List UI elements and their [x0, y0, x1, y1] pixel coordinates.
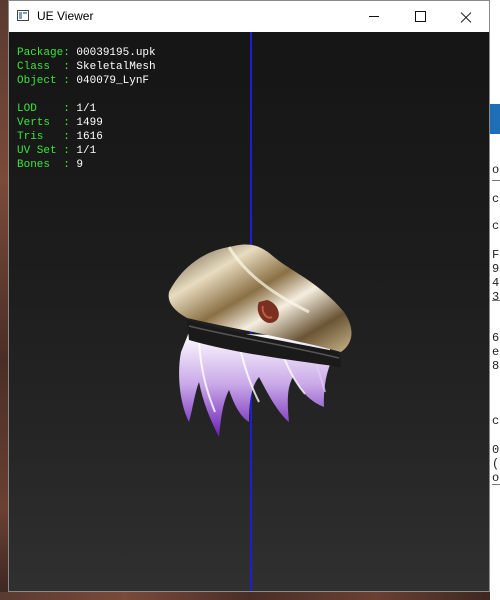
- info-label: Bones :: [17, 159, 77, 171]
- background-window-text: F: [492, 248, 500, 262]
- background-window-text: c: [492, 414, 500, 428]
- info-row-package: Package: 00039195.upk: [17, 46, 156, 60]
- background-window-text: c: [492, 219, 500, 233]
- maximize-button[interactable]: [397, 1, 443, 32]
- background-window-edge: o c c F 9 4 3 6 e 8 c 0 ( o: [490, 0, 500, 600]
- background-window-separator: [492, 180, 500, 181]
- info-value: SkeletalMesh: [76, 61, 156, 73]
- info-value: 1616: [76, 131, 103, 143]
- info-value: 00039195.upk: [76, 47, 156, 59]
- info-value: 1499: [76, 117, 103, 129]
- background-window-text: 8: [492, 359, 500, 373]
- info-value: 040079_LynF: [76, 75, 150, 87]
- info-value: 1/1: [76, 103, 97, 115]
- close-button[interactable]: [443, 1, 489, 32]
- info-label: Verts :: [17, 117, 77, 129]
- maximize-icon: [414, 11, 426, 22]
- info-label: Object :: [17, 75, 77, 87]
- info-row-class: Class : SkeletalMesh: [17, 60, 156, 74]
- info-row-lod: LOD : 1/1: [17, 102, 156, 116]
- info-label: Package:: [17, 47, 77, 59]
- background-window-text: 0: [492, 443, 500, 457]
- background-window-text: o: [492, 471, 500, 485]
- window-title: UE Viewer: [37, 9, 94, 23]
- mesh-info-panel: Package: 00039195.upk Class : SkeletalMe…: [17, 46, 156, 172]
- background-window-text: 3: [492, 290, 500, 304]
- 3d-viewport[interactable]: Package: 00039195.upk Class : SkeletalMe…: [9, 32, 489, 591]
- info-row-uvset: UV Set : 1/1: [17, 144, 156, 158]
- minimize-button[interactable]: [351, 1, 397, 32]
- background-window-text: e: [492, 345, 500, 359]
- hat-hair-mesh-render: [168, 244, 352, 437]
- background-window-accent-bar: [490, 104, 500, 134]
- info-value: 9: [76, 159, 84, 171]
- info-row-bones: Bones : 9: [17, 158, 156, 172]
- background-window-text: o: [492, 163, 500, 177]
- close-icon: [460, 11, 472, 23]
- title-bar[interactable]: UE Viewer: [9, 1, 489, 32]
- background-window-text: 6: [492, 331, 500, 345]
- background-window-text: 9: [492, 262, 500, 276]
- app-icon[interactable]: [17, 10, 29, 21]
- info-label: Class :: [17, 61, 77, 73]
- info-label: UV Set :: [17, 145, 77, 157]
- info-label: LOD :: [17, 103, 77, 115]
- minimize-icon: [369, 16, 379, 17]
- info-label: Tris :: [17, 131, 77, 143]
- info-row-verts: Verts : 1499: [17, 116, 156, 130]
- info-row-object: Object : 040079_LynF: [17, 74, 156, 88]
- info-value: 1/1: [76, 145, 97, 157]
- background-window-text: 4: [492, 276, 500, 290]
- info-row-tris: Tris : 1616: [17, 130, 156, 144]
- desktop-background-bottom: [0, 592, 500, 600]
- background-window-text: c: [492, 192, 500, 206]
- ue-viewer-window[interactable]: UE Viewer Package: 00039195.upk Class : …: [8, 0, 490, 592]
- background-window-text: (: [492, 457, 500, 471]
